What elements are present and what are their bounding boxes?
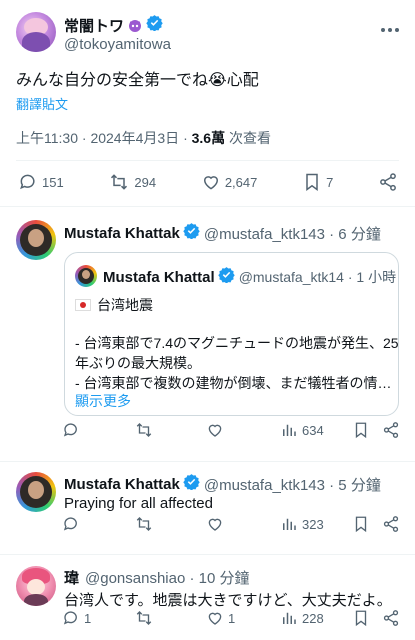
like-button[interactable]: 2,647	[201, 172, 258, 192]
share-icon	[383, 422, 399, 438]
share-icon	[383, 516, 399, 532]
author-name[interactable]: 常闇トワ	[64, 15, 124, 36]
repost-icon	[111, 174, 128, 190]
reply-author-handle[interactable]: @mustafa_ktk143 · 6 分鐘	[204, 223, 381, 244]
reply-text: Praying for all affected	[64, 495, 213, 512]
reply-count: 1	[84, 610, 92, 626]
japan-flag-icon	[75, 299, 91, 311]
view-count: 3.6萬	[191, 130, 226, 146]
verified-badge-icon	[146, 14, 163, 36]
reply-author-name[interactable]: Mustafa Khattak	[64, 476, 180, 493]
share-button[interactable]	[382, 609, 400, 627]
reply-author-handle[interactable]: @gonsanshiao · 10 分鐘	[85, 567, 249, 588]
view-count: 634	[302, 422, 324, 438]
quoted-avatar	[75, 265, 97, 287]
bookmark-icon	[355, 610, 367, 627]
reply-author-handle[interactable]: @mustafa_ktk143 · 5 分鐘	[204, 474, 381, 495]
verified-badge-icon	[183, 222, 200, 244]
heart-icon	[208, 518, 222, 531]
quoted-line: - 台湾東部で7.4のマグニチュードの地震が発生、25	[75, 335, 399, 351]
like-button[interactable]	[206, 515, 224, 533]
more-options-icon[interactable]	[380, 20, 400, 38]
share-button[interactable]	[378, 172, 398, 192]
views-button[interactable]: 323	[280, 515, 324, 533]
view-label: 次查看	[228, 130, 271, 146]
quoted-post-card[interactable]: Mustafa Khattal @mustafa_ktk14 · 1 小時 台湾…	[64, 252, 399, 416]
reply-icon	[63, 611, 77, 625]
avatar-mustafa[interactable]	[16, 472, 56, 512]
quoted-line: 年ぶりの最大規模。	[75, 355, 201, 371]
quoted-author-name: Mustafa Khattal	[103, 268, 215, 286]
bookmark-icon	[355, 422, 367, 439]
repost-button[interactable]: 294	[108, 172, 156, 192]
post-text: みんな自分の安全第一でね😭心配	[16, 72, 259, 89]
bookmark-button[interactable]	[352, 515, 370, 533]
post-time[interactable]: 上午11:30	[16, 130, 78, 146]
bookmark-button[interactable]	[352, 609, 370, 627]
reply-author-name[interactable]: 瑋	[64, 567, 79, 588]
reply-button[interactable]: 1	[62, 609, 91, 627]
avatar-mustafa[interactable]	[16, 220, 56, 260]
author-handle[interactable]: @tokoyamitowa	[64, 36, 171, 53]
separator-dot: ·	[183, 130, 188, 146]
views-button[interactable]: 228	[280, 609, 324, 627]
bookmark-count: 7	[326, 174, 334, 190]
purple-devil-icon	[127, 17, 143, 33]
bookmark-button[interactable]	[352, 421, 370, 439]
avatar-gonsanshiao[interactable]	[16, 566, 56, 606]
like-button[interactable]	[206, 421, 224, 439]
heart-icon	[208, 424, 222, 437]
repost-icon	[136, 611, 152, 625]
view-count: 323	[302, 516, 324, 532]
repost-icon	[136, 517, 152, 531]
like-count: 2,647	[224, 174, 258, 190]
reply-count: 151	[42, 174, 64, 190]
share-icon	[380, 173, 396, 191]
repost-count: 294	[134, 174, 157, 190]
reply-button[interactable]: 151	[18, 172, 64, 192]
show-more-link[interactable]: 顯示更多	[75, 391, 131, 411]
reply-icon	[20, 174, 35, 190]
translate-post-link[interactable]: 翻譯貼文	[16, 94, 68, 113]
separator-dot: ·	[81, 130, 87, 146]
heart-icon	[208, 612, 222, 625]
repost-button[interactable]	[134, 515, 154, 533]
quoted-line: - 台湾東部で複数の建物が倒壊、まだ犠牲者の情…	[75, 375, 392, 391]
analytics-icon	[283, 424, 296, 436]
reply-button[interactable]	[62, 515, 80, 533]
analytics-icon	[283, 612, 296, 624]
verified-badge-icon	[217, 266, 235, 288]
bookmark-icon	[306, 173, 318, 191]
repost-button[interactable]	[134, 609, 154, 627]
bookmark-button[interactable]: 7	[302, 172, 333, 192]
post-meta: 上午11:30 · 2024年4月3日 · 3.6萬 次查看	[16, 128, 271, 148]
views-button[interactable]: 634	[280, 421, 324, 439]
verified-badge-icon	[183, 473, 200, 495]
avatar-tokoyamitowa[interactable]	[16, 12, 56, 52]
share-icon	[383, 610, 399, 626]
reply-button[interactable]	[62, 421, 80, 439]
view-count: 228	[302, 610, 324, 626]
bookmark-icon	[355, 516, 367, 533]
post-date[interactable]: 2024年4月3日	[90, 130, 179, 146]
analytics-icon	[283, 518, 296, 530]
quoted-author-handle: @mustafa_ktk14 · 1 小時	[238, 269, 397, 285]
reply-text: 台湾人です。地震は大きですけど、大丈夫だよ。	[64, 592, 392, 609]
repost-button[interactable]	[134, 421, 154, 439]
repost-icon	[136, 423, 152, 437]
share-button[interactable]	[382, 421, 400, 439]
reply-icon	[63, 517, 77, 531]
share-button[interactable]	[382, 515, 400, 533]
like-button[interactable]: 1	[206, 609, 235, 627]
reply-author-name[interactable]: Mustafa Khattak	[64, 225, 180, 242]
heart-icon	[203, 176, 218, 190]
quoted-line: 台湾地震	[97, 297, 153, 313]
like-count: 1	[228, 610, 236, 626]
reply-icon	[63, 423, 77, 437]
